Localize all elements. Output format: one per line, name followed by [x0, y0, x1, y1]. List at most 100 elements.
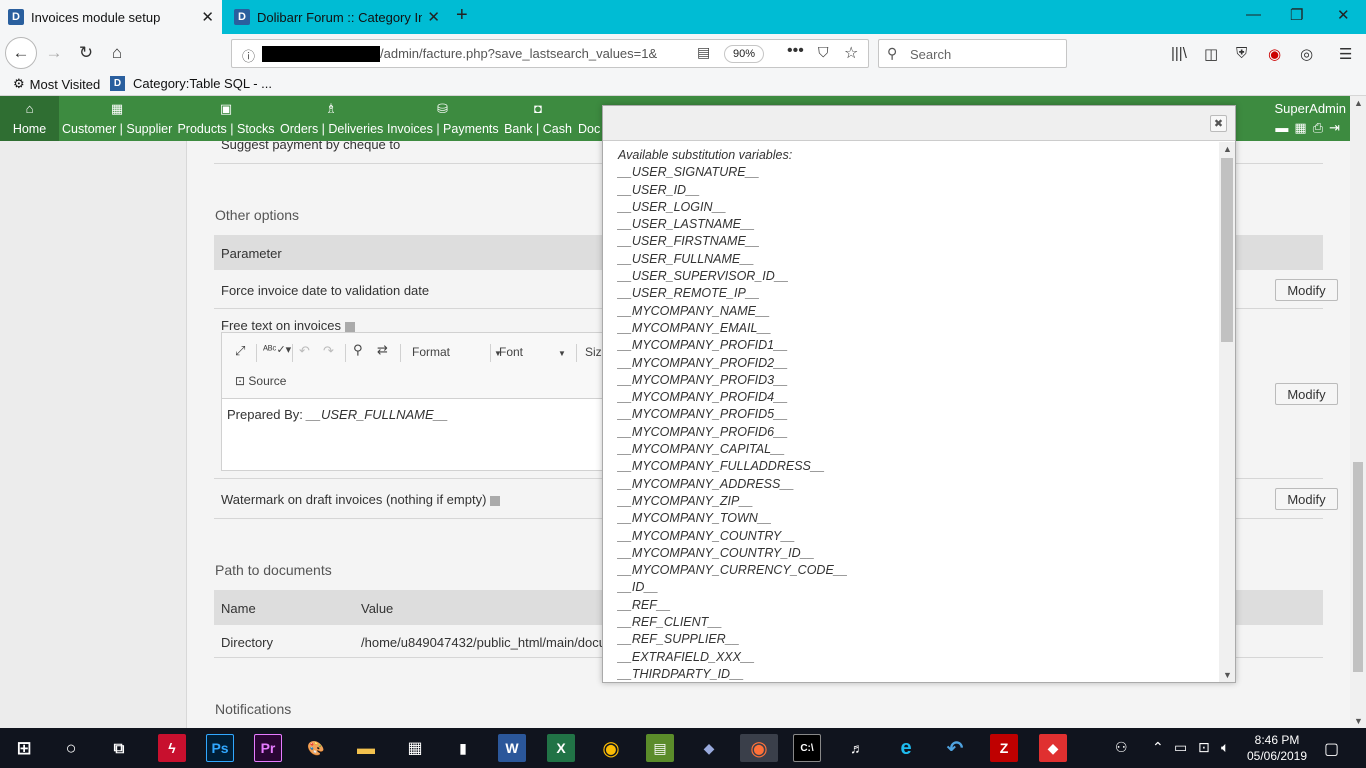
font-label: Font: [499, 345, 524, 359]
url-bar[interactable]: ⓘ /admin/facture.php?save_lastsearch_val…: [231, 39, 869, 68]
variable-item: __REF_CLIENT__: [618, 615, 723, 630]
tab-close-icon[interactable]: ✕: [427, 8, 440, 26]
variable-item: __USER_LASTNAME__: [618, 217, 755, 232]
windows-start-icon[interactable]: ⊞: [10, 734, 38, 762]
menu-home[interactable]: ⌂ Home: [0, 96, 59, 141]
system-clock[interactable]: 8:46 PM 05/06/2019: [1242, 732, 1312, 764]
undo-icon[interactable]: ↶: [299, 343, 310, 359]
variable-item: __MYCOMPANY_PROFID2__: [618, 355, 788, 370]
extension-icon[interactable]: ◉: [1268, 45, 1281, 63]
library-icon[interactable]: |||\: [1171, 45, 1187, 62]
firefox-icon[interactable]: ◉: [740, 734, 778, 762]
app-icon[interactable]: ♬: [843, 734, 871, 762]
app-icon[interactable]: ▮: [449, 734, 477, 762]
filezilla-icon[interactable]: Z: [990, 734, 1018, 762]
url-text[interactable]: /admin/facture.php?save_lastsearch_value…: [380, 46, 657, 61]
excel-icon[interactable]: X: [547, 734, 575, 762]
chart-app-icon[interactable]: ▤: [646, 734, 674, 762]
section-title-path-to-documents: Path to documents: [215, 562, 332, 578]
user-name-link[interactable]: SuperAdmin: [1274, 101, 1346, 116]
info-icon[interactable]: ⓘ: [242, 46, 255, 65]
menu-bank-cash[interactable]: ◘ Bank | Cash: [503, 96, 573, 141]
replace-icon[interactable]: ⇄: [377, 342, 388, 358]
close-icon[interactable]: ✖: [1210, 115, 1227, 132]
reader-view-icon[interactable]: ▤: [697, 44, 710, 61]
flash-app-icon[interactable]: ϟ: [158, 734, 186, 762]
tray-chevron-up-icon[interactable]: ⌃: [1152, 739, 1164, 756]
close-window-icon[interactable]: ✕: [1337, 6, 1350, 24]
font-dropdown[interactable]: Font ▼: [499, 345, 566, 359]
app-icon[interactable]: ↶: [941, 734, 969, 762]
menu-documents[interactable]: Doc: [578, 96, 602, 141]
notifications-icon[interactable]: ▢: [1324, 739, 1339, 759]
volume-icon[interactable]: 🔈︎: [1221, 739, 1229, 756]
battery-icon[interactable]: ▭: [1174, 739, 1187, 756]
menu-invoices-payments[interactable]: ⛁ Invoices | Payments: [387, 96, 499, 141]
paint-icon[interactable]: 🎨: [302, 734, 330, 762]
home-icon[interactable]: ⌂: [103, 40, 131, 66]
scroll-down-arrow-icon[interactable]: ▼: [1354, 716, 1363, 726]
editor-content[interactable]: Prepared By: __USER_FULLNAME__: [227, 407, 448, 422]
page-scrollbar[interactable]: ▲ ▼: [1350, 96, 1366, 728]
modify-button[interactable]: Modify: [1275, 383, 1338, 405]
file-explorer-icon[interactable]: ▬: [352, 734, 380, 762]
maximize-icon[interactable]: ⤢: [235, 343, 245, 359]
chrome-icon[interactable]: ◉: [597, 734, 625, 762]
new-tab-button[interactable]: +: [456, 4, 468, 27]
premiere-icon[interactable]: Pr: [254, 734, 282, 762]
hamburger-menu-icon[interactable]: ☰: [1339, 45, 1352, 63]
scroll-up-arrow-icon[interactable]: ▲: [1223, 144, 1232, 154]
menu-orders-deliveries[interactable]: ♗ Orders | Deliveries: [280, 96, 383, 141]
sidebar-icon[interactable]: ◫: [1204, 45, 1218, 63]
search-bar[interactable]: ⚲ Search: [878, 39, 1067, 68]
photoshop-icon[interactable]: Ps: [206, 734, 234, 762]
help-icon[interactable]: [344, 321, 355, 332]
dialog-scrollbar[interactable]: ▲ ▼: [1219, 142, 1235, 682]
tab-invoices-setup[interactable]: D Invoices module setup ✕: [0, 0, 222, 34]
account-icon[interactable]: ◎: [1300, 45, 1313, 63]
tab-close-icon[interactable]: ✕: [201, 8, 214, 26]
restore-icon[interactable]: ❐: [1290, 6, 1303, 24]
source-button[interactable]: ⊡ Source: [235, 374, 286, 388]
word-icon[interactable]: W: [498, 734, 526, 762]
anydesk-icon[interactable]: ◆: [1039, 734, 1067, 762]
spellcheck-icon[interactable]: ᴬᴮᶜ✓▾: [263, 343, 291, 356]
forward-arrow-icon[interactable]: →: [40, 40, 68, 66]
more-actions-icon[interactable]: •••: [787, 42, 804, 60]
back-arrow-icon[interactable]: ←: [5, 37, 37, 69]
bookmark-star-icon[interactable]: ☆: [844, 43, 858, 63]
pocket-icon[interactable]: ⛉: [818, 44, 829, 61]
shield-icon[interactable]: ⛨: [1236, 45, 1247, 62]
user-tool-icons[interactable]: ▬▦⎙⇥: [1275, 120, 1346, 136]
house-icon: ⌂: [25, 101, 34, 116]
watermark-label: Watermark on draft invoices (nothing if …: [221, 492, 487, 507]
calculator-icon[interactable]: ▦: [401, 734, 429, 762]
tab-dolibarr-forum[interactable]: D Dolibarr Forum :: Category Inde ✕: [226, 0, 448, 34]
format-dropdown[interactable]: Format ▼: [412, 345, 502, 359]
zoom-level[interactable]: 90%: [724, 45, 764, 63]
scroll-down-arrow-icon[interactable]: ▼: [1223, 670, 1232, 680]
rich-text-editor[interactable]: ⤢ ᴬᴮᶜ✓▾ ↶ ↷ ⚲ ⇄ Format ▼ Font ▼ Size ⊡ Sou…: [221, 332, 661, 471]
app-icon[interactable]: ◆: [695, 734, 723, 762]
cortana-icon[interactable]: ○: [57, 734, 85, 762]
network-icon[interactable]: ⊡: [1198, 739, 1210, 756]
scroll-up-arrow-icon[interactable]: ▲: [1354, 98, 1363, 108]
help-icon[interactable]: [490, 495, 501, 506]
redo-icon[interactable]: ↷: [323, 343, 334, 359]
menu-customer-supplier[interactable]: ▦ Customer | Supplier: [62, 96, 172, 141]
terminal-icon[interactable]: C:\: [793, 734, 821, 762]
task-view-icon[interactable]: ⧉: [105, 734, 133, 762]
scrollbar-thumb[interactable]: [1221, 158, 1233, 342]
people-icon[interactable]: ⚇: [1115, 739, 1128, 756]
menu-products-stocks[interactable]: ▣ Products | Stocks: [177, 96, 275, 141]
find-icon[interactable]: ⚲: [353, 342, 363, 358]
reload-icon[interactable]: ↻: [72, 40, 100, 66]
toolbar-separator: [292, 344, 293, 362]
internet-explorer-icon[interactable]: e: [892, 734, 920, 762]
minimize-icon[interactable]: —: [1246, 6, 1261, 23]
scrollbar-thumb[interactable]: [1353, 462, 1363, 672]
bookmark-category-table-sql[interactable]: D Category:Table SQL - ...: [110, 76, 272, 91]
modify-button[interactable]: Modify: [1275, 279, 1338, 301]
bookmark-most-visited[interactable]: ⚙ Most Visited: [13, 76, 100, 92]
modify-button[interactable]: Modify: [1275, 488, 1338, 510]
